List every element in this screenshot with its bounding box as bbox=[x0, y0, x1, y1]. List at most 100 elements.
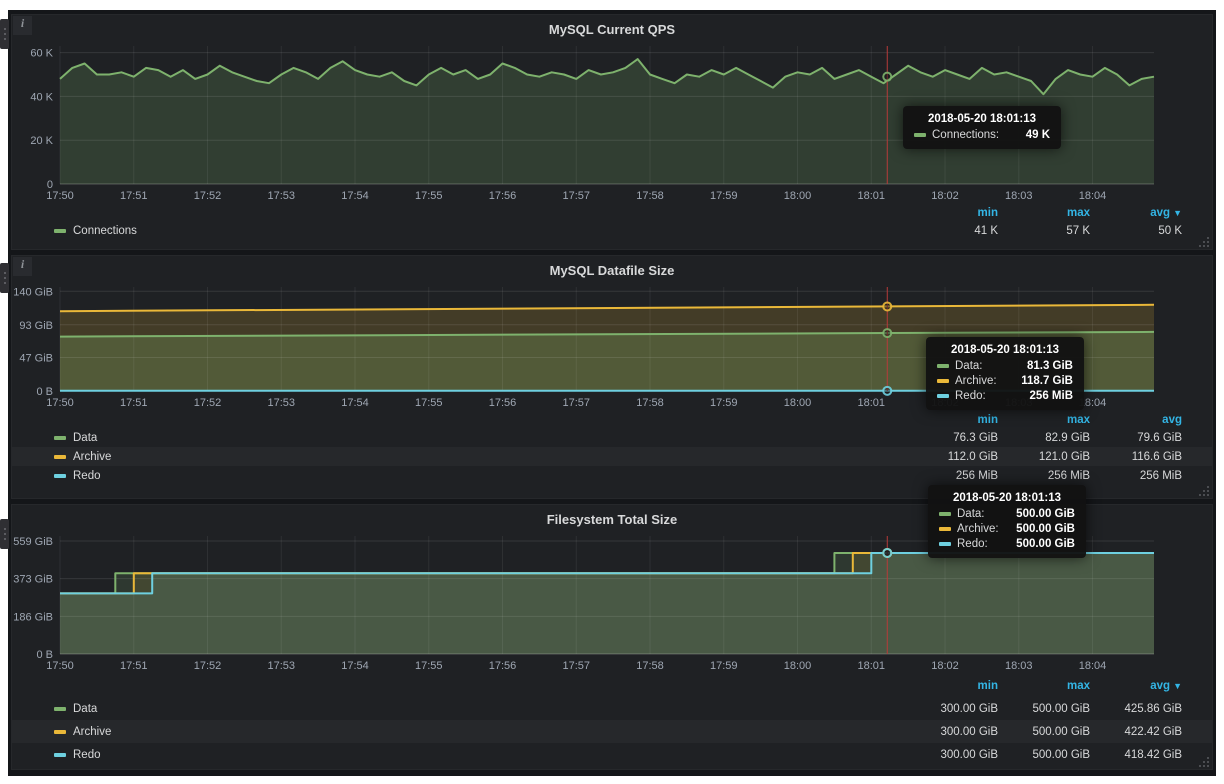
legend-stats-header: minmaxavg bbox=[12, 411, 1212, 428]
legend-stat-max: 57 K bbox=[998, 225, 1090, 237]
svg-text:17:58: 17:58 bbox=[636, 190, 664, 202]
legend-stat-max: 500.00 GiB bbox=[998, 726, 1090, 738]
hover-tooltip: 2018-05-20 18:01:13 Data:81.3 GiB Archive:… bbox=[926, 337, 1084, 410]
svg-text:17:54: 17:54 bbox=[341, 660, 369, 672]
legend-stat-avg: 418.42 GiB bbox=[1090, 749, 1182, 761]
svg-text:17:56: 17:56 bbox=[489, 660, 517, 672]
resize-handle-icon[interactable] bbox=[1199, 485, 1210, 496]
legend-stat-header-avg[interactable]: avg▼ bbox=[1090, 680, 1182, 692]
legend-series-toggle[interactable]: Connections bbox=[54, 225, 906, 237]
svg-text:18:01: 18:01 bbox=[858, 190, 886, 202]
panel-drag-handle[interactable] bbox=[0, 263, 9, 293]
series-color-dash-icon bbox=[939, 542, 951, 546]
series-color-dash-icon bbox=[54, 229, 66, 233]
svg-text:17:50: 17:50 bbox=[46, 190, 74, 202]
svg-text:17:55: 17:55 bbox=[415, 397, 443, 409]
svg-text:47 GiB: 47 GiB bbox=[19, 353, 53, 365]
series-color-dash-icon bbox=[939, 512, 951, 516]
tooltip-timestamp: 2018-05-20 18:01:13 bbox=[937, 344, 1073, 356]
svg-text:18:00: 18:00 bbox=[784, 190, 812, 202]
series-color-dash-icon bbox=[54, 730, 66, 734]
legend-series-toggle[interactable]: Data bbox=[54, 703, 906, 715]
legend-stat-header-max[interactable]: max bbox=[998, 680, 1090, 692]
svg-text:373 GiB: 373 GiB bbox=[13, 574, 53, 586]
svg-text:17:50: 17:50 bbox=[46, 397, 74, 409]
tooltip-series-name: Archive: bbox=[955, 375, 997, 387]
legend-row: Connections41 K57 K50 K bbox=[12, 221, 1212, 240]
svg-text:17:59: 17:59 bbox=[710, 190, 738, 202]
svg-text:18:03: 18:03 bbox=[1005, 660, 1033, 672]
legend-stat-header-avg[interactable]: avg▼ bbox=[1090, 207, 1182, 219]
tooltip-series-name: Connections: bbox=[932, 129, 999, 141]
svg-text:17:51: 17:51 bbox=[120, 660, 148, 672]
svg-text:17:58: 17:58 bbox=[636, 660, 664, 672]
legend-row: Archive300.00 GiB500.00 GiB422.42 GiB bbox=[12, 720, 1212, 743]
legend-stat-header-min[interactable]: min bbox=[906, 207, 998, 219]
legend-stat-min: 76.3 GiB bbox=[906, 432, 998, 444]
legend-stat-avg: 425.86 GiB bbox=[1090, 703, 1182, 715]
series-color-dash-icon bbox=[937, 394, 949, 398]
tooltip-series-value: 81.3 GiB bbox=[1027, 360, 1073, 372]
legend-stat-avg: 116.6 GiB bbox=[1090, 451, 1182, 463]
legend-stat-min: 41 K bbox=[906, 225, 998, 237]
svg-text:17:57: 17:57 bbox=[563, 397, 591, 409]
legend-series-toggle[interactable]: Archive bbox=[54, 451, 906, 463]
svg-text:18:02: 18:02 bbox=[931, 660, 959, 672]
svg-text:20 K: 20 K bbox=[30, 135, 53, 147]
legend-series-toggle[interactable]: Data bbox=[54, 432, 906, 444]
tooltip-series-name: Redo: bbox=[957, 538, 988, 550]
resize-handle-icon[interactable] bbox=[1199, 756, 1210, 767]
svg-text:17:53: 17:53 bbox=[267, 190, 295, 202]
series-color-dash-icon bbox=[937, 364, 949, 368]
tooltip-series-row: Connections:49 K bbox=[914, 129, 1050, 141]
legend-row: Redo300.00 GiB500.00 GiB418.42 GiB bbox=[12, 743, 1212, 766]
legend-stat-header-max[interactable]: max bbox=[998, 207, 1090, 219]
legend-series-toggle[interactable]: Redo bbox=[54, 470, 906, 482]
svg-text:17:57: 17:57 bbox=[563, 660, 591, 672]
tooltip-series-name: Archive: bbox=[957, 523, 999, 535]
svg-text:17:57: 17:57 bbox=[563, 190, 591, 202]
tooltip-series-row: Data:500.00 GiB bbox=[939, 508, 1075, 520]
svg-text:93 GiB: 93 GiB bbox=[19, 320, 53, 332]
legend-stat-max: 256 MiB bbox=[998, 470, 1090, 482]
legend-stat-header-min[interactable]: min bbox=[906, 680, 998, 692]
panel-title[interactable]: MySQL Datafile Size bbox=[12, 256, 1212, 279]
sort-caret-icon: ▼ bbox=[1173, 208, 1182, 218]
svg-text:17:56: 17:56 bbox=[489, 190, 517, 202]
panel-title[interactable]: MySQL Current QPS bbox=[12, 15, 1212, 38]
legend-stat-avg: 256 MiB bbox=[1090, 470, 1182, 482]
svg-text:18:01: 18:01 bbox=[858, 397, 886, 409]
series-color-dash-icon bbox=[939, 527, 951, 531]
legend-stat-header-min[interactable]: min bbox=[906, 414, 998, 426]
resize-handle-icon[interactable] bbox=[1199, 236, 1210, 247]
panel-drag-handle[interactable] bbox=[0, 519, 9, 549]
svg-text:18:04: 18:04 bbox=[1079, 190, 1107, 202]
legend-stat-max: 82.9 GiB bbox=[998, 432, 1090, 444]
svg-text:17:52: 17:52 bbox=[194, 397, 222, 409]
svg-text:17:50: 17:50 bbox=[46, 660, 74, 672]
svg-text:17:51: 17:51 bbox=[120, 397, 148, 409]
legend-stat-avg: 50 K bbox=[1090, 225, 1182, 237]
legend-stat-min: 300.00 GiB bbox=[906, 726, 998, 738]
svg-text:17:55: 17:55 bbox=[415, 660, 443, 672]
tooltip-series-row: Data:81.3 GiB bbox=[937, 360, 1073, 372]
legend-stat-header-max[interactable]: max bbox=[998, 414, 1090, 426]
tooltip-series-value: 118.7 GiB bbox=[1021, 375, 1073, 387]
legend-series-toggle[interactable]: Redo bbox=[54, 749, 906, 761]
legend: minmaxavg▼Data300.00 GiB500.00 GiB425.86… bbox=[12, 674, 1212, 770]
info-icon[interactable]: i bbox=[13, 257, 32, 276]
tooltip-series-row: Archive:500.00 GiB bbox=[939, 523, 1075, 535]
series-color-dash-icon bbox=[914, 133, 926, 137]
panel-drag-handle[interactable] bbox=[0, 19, 9, 49]
legend-stat-header-avg[interactable]: avg bbox=[1090, 414, 1182, 426]
info-icon[interactable]: i bbox=[13, 16, 32, 35]
tooltip-series-row: Redo:500.00 GiB bbox=[939, 538, 1075, 550]
svg-text:0 B: 0 B bbox=[36, 386, 53, 398]
legend-series-toggle[interactable]: Archive bbox=[54, 726, 906, 738]
legend-row: Data300.00 GiB500.00 GiB425.86 GiB bbox=[12, 697, 1212, 720]
svg-text:18:03: 18:03 bbox=[1005, 190, 1033, 202]
tooltip-series-name: Data: bbox=[957, 508, 985, 520]
legend-stats-header: minmaxavg▼ bbox=[12, 674, 1212, 697]
legend-stat-min: 300.00 GiB bbox=[906, 703, 998, 715]
svg-text:40 K: 40 K bbox=[30, 91, 53, 103]
